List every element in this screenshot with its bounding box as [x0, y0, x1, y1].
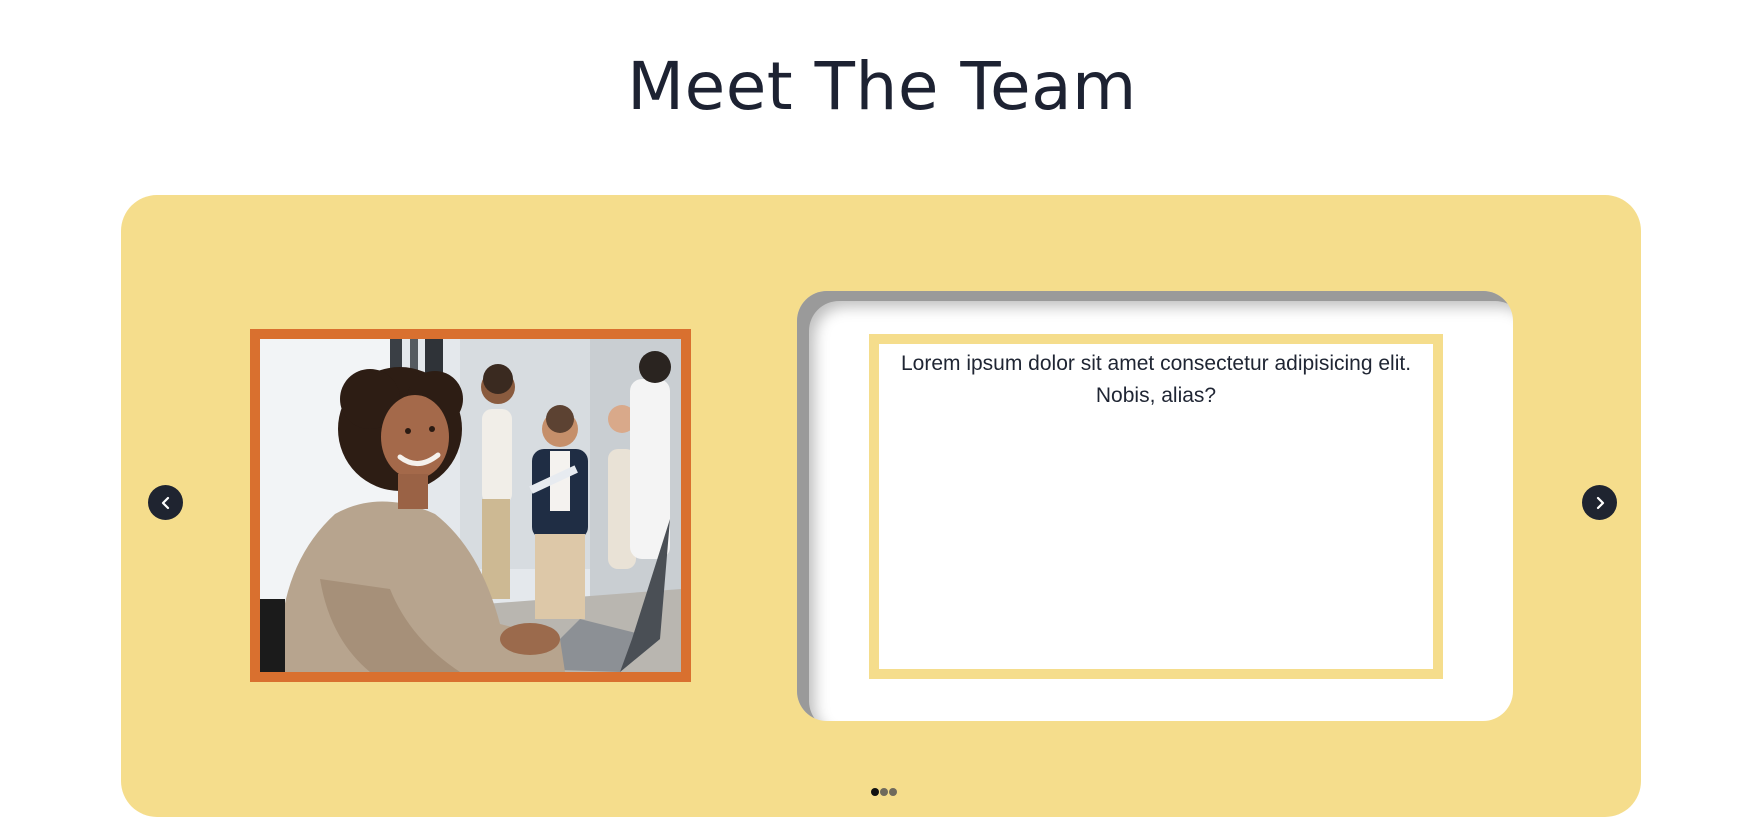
- carousel-prev-button[interactable]: [148, 485, 183, 520]
- carousel-pagination: [871, 788, 897, 796]
- pagination-dot-3[interactable]: [889, 788, 897, 796]
- team-member-card: Lorem ipsum dolor sit amet consectetur a…: [797, 291, 1513, 721]
- team-carousel: Lorem ipsum dolor sit amet consectetur a…: [121, 195, 1641, 817]
- chevron-right-icon: [1596, 496, 1604, 509]
- pagination-dot-1[interactable]: [871, 788, 879, 796]
- team-member-photo-frame: [250, 329, 691, 682]
- team-member-photo: [260, 339, 681, 672]
- carousel-next-button[interactable]: [1582, 485, 1617, 520]
- pagination-dot-2[interactable]: [880, 788, 888, 796]
- chevron-left-icon: [161, 496, 169, 509]
- page-title: Meet The Team: [627, 48, 1137, 125]
- team-member-description: Lorem ipsum dolor sit amet consectetur a…: [869, 334, 1443, 679]
